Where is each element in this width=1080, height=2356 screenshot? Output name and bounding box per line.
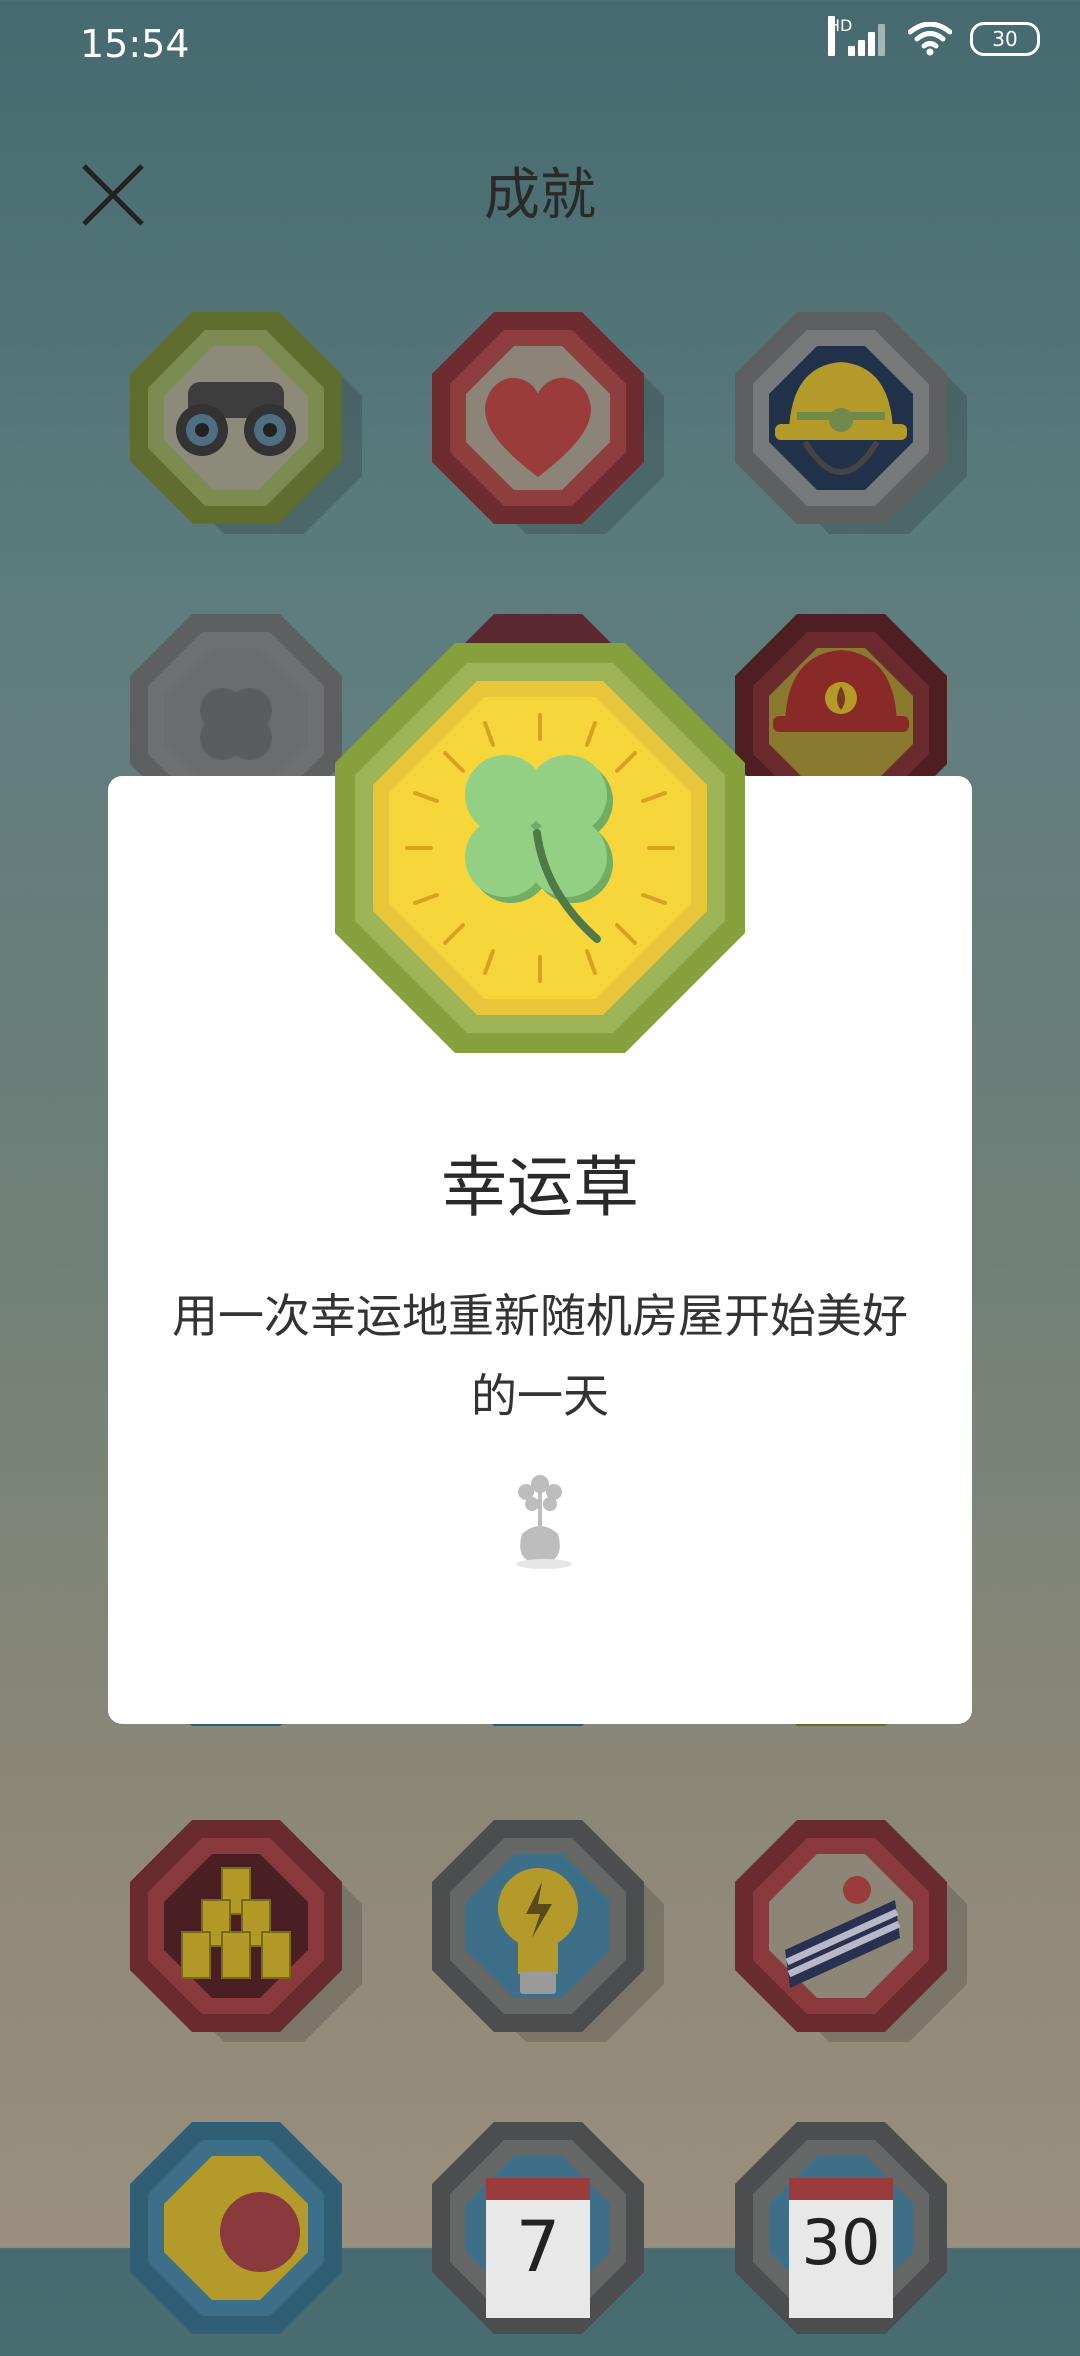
- gold-bars-badge[interactable]: [130, 1820, 362, 2050]
- cake-badge[interactable]: [735, 1820, 967, 2050]
- calendar-30-label: 30: [801, 2206, 881, 2279]
- heart-badge[interactable]: [432, 312, 664, 542]
- calendar-30-badge[interactable]: 30: [735, 2122, 965, 2352]
- calendar-7-badge[interactable]: 7: [432, 2122, 662, 2352]
- dialog-description: 用一次幸运地重新随机房屋开始美好的一天: [172, 1289, 908, 1423]
- beach-ball-icon: [220, 2192, 300, 2272]
- plant-vase-icon: [516, 1475, 572, 1569]
- calendar-7-label: 7: [515, 2206, 561, 2288]
- clover-icon: [200, 688, 272, 760]
- dialog-title: 幸运草: [441, 1149, 639, 1226]
- beach-ball-badge[interactable]: [130, 2122, 360, 2352]
- binoculars-badge[interactable]: [130, 312, 362, 542]
- lightbulb-badge[interactable]: [432, 1820, 664, 2050]
- hardhat-badge[interactable]: [735, 312, 967, 542]
- four-leaf-clover-badge: [335, 643, 745, 1053]
